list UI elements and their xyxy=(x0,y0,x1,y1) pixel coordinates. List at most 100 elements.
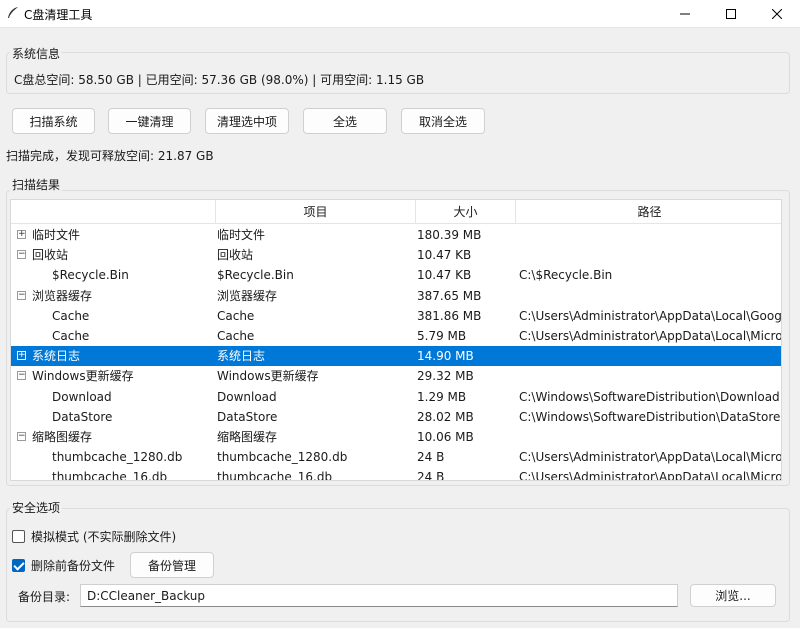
tree-node-label: 回收站 xyxy=(32,248,69,263)
simulate-checkbox-box[interactable] xyxy=(12,530,25,543)
tree-cell-size: 10.47 KB xyxy=(417,248,472,263)
column-header-size[interactable]: 大小 xyxy=(415,200,515,224)
tree-cell-size: 24 B xyxy=(417,450,445,465)
browse-button[interactable]: 浏览... xyxy=(690,584,776,607)
tree-node-label: Windows更新缓存 xyxy=(32,369,134,384)
column-header-tree[interactable] xyxy=(11,200,215,224)
tree-node-label: $Recycle.Bin xyxy=(52,268,129,283)
tree-row[interactable]: − 浏览器缓存 浏览器缓存 387.65 MB xyxy=(11,286,781,306)
tree-cell-name: thumbcache_16.db xyxy=(11,467,215,481)
tree-cell-path: C:\Windows\SoftwareDistribution\Download xyxy=(519,389,780,404)
tree-cell-name: − 浏览器缓存 xyxy=(11,286,215,306)
maximize-icon xyxy=(726,9,736,19)
deselect-all-button[interactable]: 取消全选 xyxy=(401,108,485,134)
tree-cell-path: C:\Users\Administrator\AppData\Local\Goo… xyxy=(519,308,782,323)
clean-all-button[interactable]: 一键清理 xyxy=(108,108,191,134)
collapse-icon[interactable]: − xyxy=(17,290,26,300)
tree-cell-path xyxy=(519,286,781,306)
tree-cell-size: 180.39 MB xyxy=(417,228,482,242)
expand-icon[interactable]: + xyxy=(17,230,26,239)
tree-row[interactable]: + 系统日志 系统日志 14.90 MB xyxy=(11,346,781,367)
feather-icon xyxy=(8,7,18,18)
tree-node-label: thumbcache_16.db xyxy=(52,470,168,481)
tree-node-label: Cache xyxy=(52,329,90,343)
collapse-icon[interactable]: − xyxy=(17,371,26,381)
backup-manage-button[interactable]: 备份管理 xyxy=(130,552,214,578)
column-header-path[interactable]: 路径 xyxy=(515,200,781,224)
close-button[interactable] xyxy=(754,0,800,28)
collapse-icon[interactable]: − xyxy=(17,250,26,260)
tree-cell-size: 29.32 MB xyxy=(417,369,474,384)
tree-row[interactable]: + 临时文件 临时文件 180.39 MB xyxy=(11,225,781,245)
tree-cell-item: 缩略图缓存 xyxy=(217,430,278,444)
tree-cell-item: Windows更新缓存 xyxy=(217,369,319,384)
column-header-item[interactable]: 项目 xyxy=(215,200,415,224)
tree-cell-item: Download xyxy=(217,389,277,404)
tree-row[interactable]: thumbcache_1280.db thumbcache_1280.db 24 B… xyxy=(11,447,781,467)
tree-row[interactable]: Download Download 1.29 MB C:\Windows\Softwa… xyxy=(11,387,781,407)
tree-cell-size: 28.02 MB xyxy=(417,409,474,424)
close-icon xyxy=(772,9,782,19)
tree-cell-path: C:\Users\Administrator\AppData\Local\Mic… xyxy=(519,329,782,343)
tree-row[interactable]: Cache Cache 5.79 MB C:\Users\Administrator\… xyxy=(11,326,782,346)
tree-cell-size: 381.86 MB xyxy=(417,308,482,323)
tree-node-label: 临时文件 xyxy=(32,228,81,242)
tree-cell-size: 24 B xyxy=(417,470,445,481)
tree-cell-name: Download xyxy=(11,387,215,407)
tree-row[interactable]: DataStore DataStore 28.02 MB C:\Windows\Sof… xyxy=(11,407,781,427)
tree-cell-path xyxy=(519,245,781,265)
title-bar: C盘清理工具 xyxy=(0,0,800,28)
results-tree[interactable]: 项目 大小 路径 + 临时文件 临时文件 180.39 MB − 回收站 回收站 10.47 … xyxy=(10,199,782,481)
disk-summary: C盘总空间: 58.50 GB | 已用空间: 57.36 GB (98.0%)… xyxy=(14,73,425,87)
system-info-title: 系统信息 xyxy=(10,45,63,62)
tree-cell-size: 1.29 MB xyxy=(417,389,467,404)
tree-cell-item: thumbcache_1280.db xyxy=(217,450,348,465)
tree-cell-item: DataStore xyxy=(217,409,278,424)
tree-cell-name: thumbcache_1280.db xyxy=(11,447,215,467)
tree-row[interactable]: − 回收站 回收站 10.47 KB xyxy=(11,245,781,265)
backup-dir-input[interactable] xyxy=(80,584,678,607)
backup-dir-label: 备份目录: xyxy=(18,590,71,604)
tree-row[interactable]: Cache Cache 381.86 MB C:\Users\Administrato… xyxy=(11,306,782,326)
backup-checkbox-box[interactable] xyxy=(12,559,25,572)
tree-cell-path xyxy=(519,366,781,386)
tree-cell-item: 系统日志 xyxy=(217,349,266,364)
tree-row[interactable]: − 缩略图缓存 缩略图缓存 10.06 MB xyxy=(11,427,781,447)
backup-before-delete-label: 删除前备份文件 xyxy=(31,559,116,573)
window-title: C盘清理工具 xyxy=(24,8,93,22)
tree-cell-path: C:\Users\Administrator\AppData\Local\Mic… xyxy=(519,470,782,481)
tree-node-label: Cache xyxy=(52,308,90,323)
tree-header: 项目 大小 路径 xyxy=(11,200,781,224)
maximize-button[interactable] xyxy=(708,0,754,28)
tree-cell-item: Cache xyxy=(217,308,255,323)
tree-cell-item: $Recycle.Bin xyxy=(217,268,294,283)
tree-cell-name: − Windows更新缓存 xyxy=(11,366,215,386)
tree-cell-name: Cache xyxy=(11,326,215,346)
tree-cell-item: 浏览器缓存 xyxy=(217,288,278,303)
tree-node-label: DataStore xyxy=(52,409,113,424)
tree-cell-item: Cache xyxy=(217,329,255,343)
tree-cell-name: Cache xyxy=(11,306,215,326)
tree-cell-name: DataStore xyxy=(11,407,215,427)
minimize-button[interactable] xyxy=(662,0,708,28)
tree-cell-name: + 系统日志 xyxy=(11,346,215,366)
tree-cell-name: − 缩略图缓存 xyxy=(11,427,215,447)
tree-cell-item: thumbcache_16.db xyxy=(217,470,333,481)
simulate-mode-checkbox[interactable]: 模拟模式 (不实际删除文件) xyxy=(12,528,176,545)
select-all-button[interactable]: 全选 xyxy=(303,108,387,134)
tree-row[interactable]: − Windows更新缓存 Windows更新缓存 29.32 MB xyxy=(11,366,781,386)
tree-cell-path: C:\$Recycle.Bin xyxy=(519,268,613,283)
backup-before-delete-checkbox[interactable]: 删除前备份文件 xyxy=(12,557,115,574)
tree-row[interactable]: thumbcache_16.db thumbcache_16.db 24 B C:\U… xyxy=(11,467,782,481)
collapse-icon[interactable]: − xyxy=(17,432,26,441)
scan-button[interactable]: 扫描系统 xyxy=(12,108,95,134)
simulate-mode-label: 模拟模式 (不实际删除文件) xyxy=(31,530,177,544)
scan-status: 扫描完成，发现可释放空间: 21.87 GB xyxy=(6,149,214,163)
tree-cell-item: 临时文件 xyxy=(217,228,266,242)
tree-cell-size: 5.79 MB xyxy=(417,329,467,343)
clean-selected-button[interactable]: 清理选中项 xyxy=(205,108,289,134)
tree-row[interactable]: $Recycle.Bin $Recycle.Bin 10.47 KB C:\$Recy… xyxy=(11,265,781,285)
expand-icon[interactable]: + xyxy=(17,351,26,361)
tree-node-label: 缩略图缓存 xyxy=(32,430,93,444)
tree-cell-name: $Recycle.Bin xyxy=(11,265,215,285)
